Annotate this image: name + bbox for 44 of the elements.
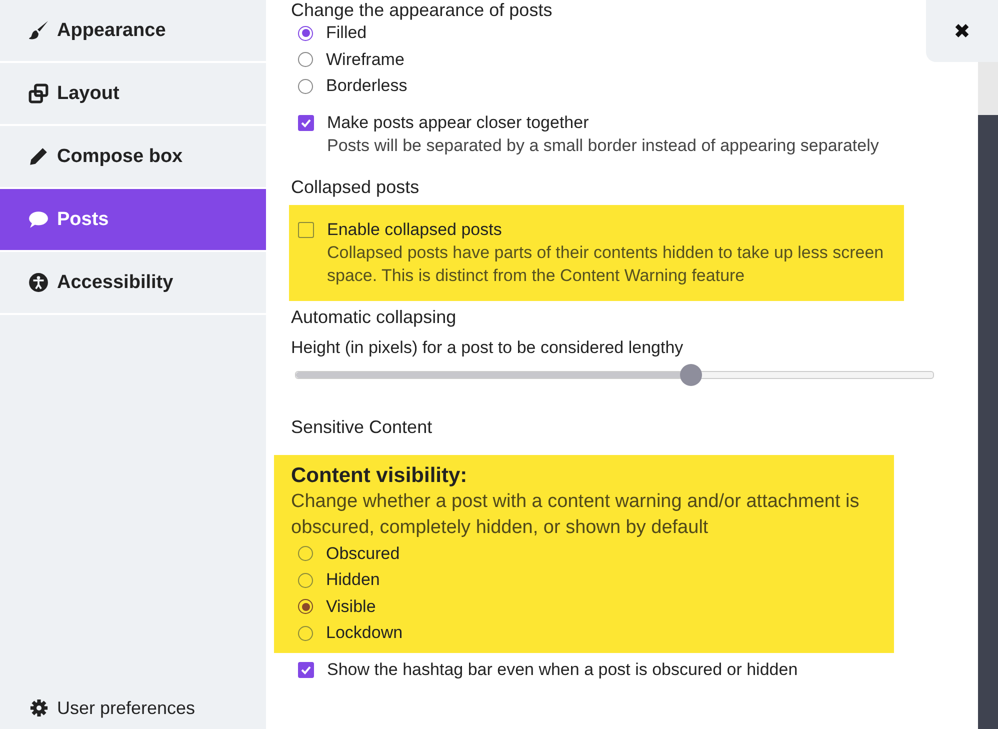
speech-bubble-icon bbox=[28, 209, 49, 230]
section-heading: Automatic collapsing bbox=[291, 306, 458, 326]
pencil-icon bbox=[28, 146, 49, 167]
radio-button[interactable] bbox=[298, 26, 313, 41]
close-button[interactable]: ✖ bbox=[926, 0, 998, 62]
section-heading: Change the appearance of posts bbox=[291, 0, 554, 20]
option-label: Borderless bbox=[326, 75, 408, 98]
option-label: Obscured bbox=[326, 542, 400, 565]
option-label: Show the hashtag bar even when a post is obscured or hidden bbox=[327, 658, 798, 680]
checkbox[interactable] bbox=[298, 222, 314, 238]
checkmark-icon bbox=[300, 116, 312, 128]
radio-button[interactable] bbox=[298, 78, 313, 94]
sidebar-item[interactable]: Appearance bbox=[0, 0, 266, 63]
option-label: Enable collapsed posts bbox=[327, 218, 503, 240]
accessibility-icon bbox=[28, 272, 49, 293]
settings-icon bbox=[30, 699, 48, 717]
radio-button[interactable] bbox=[298, 572, 313, 588]
checkbox[interactable] bbox=[298, 114, 314, 130]
setting-description: Change whether a post with a content warning and/or attachment is obscured, completely hidden, or shown by default bbox=[291, 490, 860, 540]
brush-icon bbox=[28, 20, 49, 41]
option-label: Wireframe bbox=[326, 48, 404, 71]
section-heading: Sensitive Content bbox=[291, 416, 434, 436]
section-heading: Collapsed posts bbox=[291, 176, 420, 196]
slider-thumb[interactable] bbox=[680, 364, 702, 386]
radio-button[interactable] bbox=[298, 52, 313, 68]
radio-button[interactable] bbox=[298, 546, 313, 562]
sidebar-item[interactable]: Posts bbox=[0, 189, 266, 252]
sidebar-item[interactable]: Accessibility bbox=[0, 252, 266, 315]
option-label: Hidden bbox=[326, 569, 380, 592]
windows-icon bbox=[28, 83, 49, 104]
checkmark-icon bbox=[300, 664, 312, 676]
sidebar-item[interactable]: Layout bbox=[0, 63, 266, 126]
option-description: Posts will be separated by a small border instead of appearing separately bbox=[327, 134, 879, 156]
option-label: Filled bbox=[326, 22, 367, 44]
sidebar-item[interactable]: User preferences bbox=[0, 693, 266, 729]
radio-button[interactable] bbox=[298, 626, 313, 641]
option-description: Collapsed posts have parts of their contents hidden to take up less screen space. This is distinct from the Content Warning feature bbox=[327, 242, 885, 286]
setting-title: Content visibility: bbox=[291, 462, 468, 488]
option-label: Lockdown bbox=[326, 622, 403, 644]
option-label: Make posts appear closer together bbox=[327, 112, 590, 134]
option-label: Visible bbox=[326, 596, 376, 618]
slider-label: Height (in pixels) for a post to be considered lengthy bbox=[291, 336, 684, 358]
radio-button[interactable] bbox=[298, 599, 313, 614]
checkbox[interactable] bbox=[298, 662, 314, 678]
